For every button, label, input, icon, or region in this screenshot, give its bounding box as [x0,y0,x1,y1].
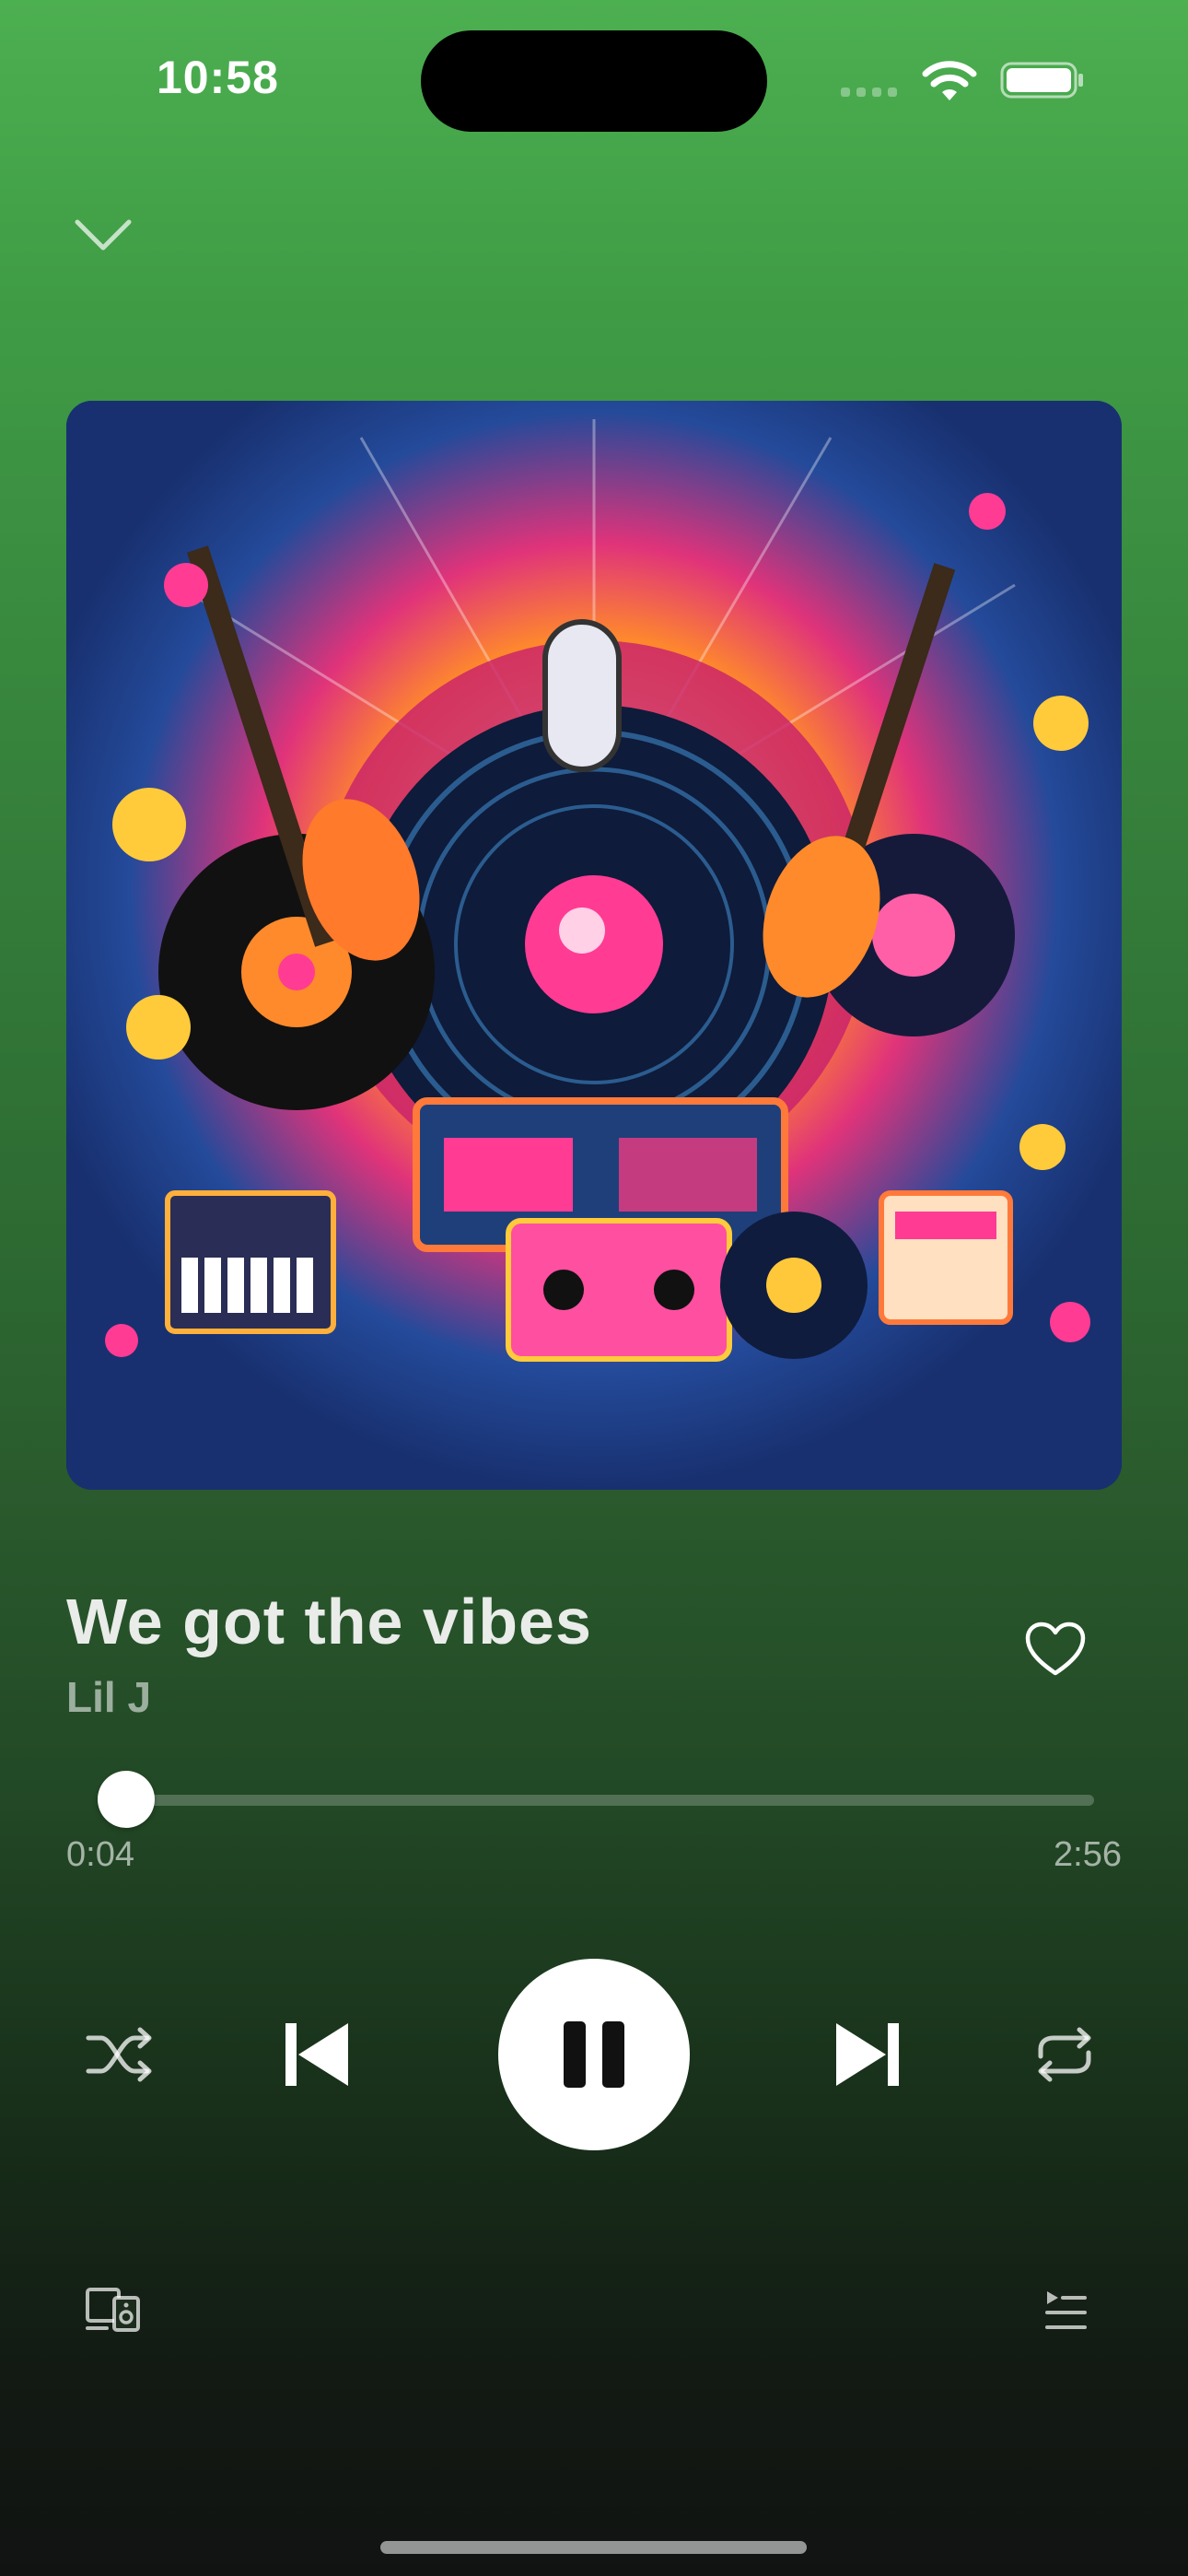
dynamic-island [421,30,767,132]
queue-icon[interactable] [1044,2289,1087,2333]
repeat-button[interactable] [1030,2025,1100,2084]
status-time: 10:58 [157,52,279,103]
chevron-down-icon[interactable] [74,217,133,253]
connect-devices-icon[interactable] [85,2287,142,2333]
wifi-icon [922,61,977,100]
album-art [66,401,1122,1490]
cellular-signal-icon [841,88,897,97]
progress-thumb[interactable] [97,1771,155,1828]
progress-track[interactable] [103,1795,1094,1806]
elapsed-time: 0:04 [66,1835,134,1874]
skip-next-icon [836,2023,899,2086]
repeat-icon [1038,2027,1091,2082]
shuffle-icon [86,2027,152,2082]
skip-previous-icon [285,2023,348,2086]
shuffle-button[interactable] [85,2025,155,2084]
pause-icon [564,2021,624,2088]
total-duration: 2:56 [1054,1835,1122,1874]
track-title: We got the vibes [66,1586,592,1657]
home-indicator[interactable] [380,2541,807,2554]
previous-button[interactable] [282,2018,352,2091]
battery-icon [1000,62,1083,99]
next-button[interactable] [833,2018,903,2091]
pause-button[interactable] [498,1959,690,2150]
artist-name[interactable]: Lil J [66,1672,151,1722]
heart-outline-icon[interactable] [1024,1622,1087,1677]
